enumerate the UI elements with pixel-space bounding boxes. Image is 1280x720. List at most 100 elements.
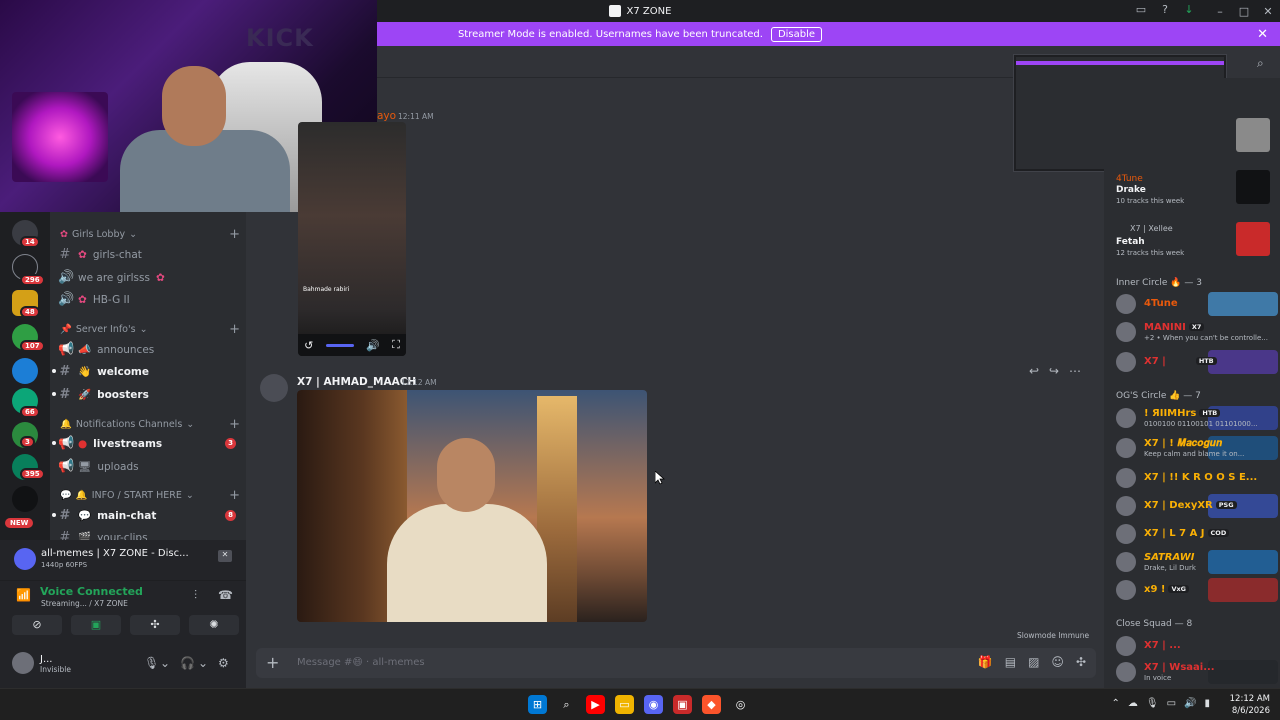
message-timestamp: 12:11 AM: [398, 112, 434, 121]
member-row[interactable]: X7 | ...: [1112, 634, 1278, 658]
add-attachment-icon[interactable]: +: [266, 653, 279, 672]
settings-gear-icon[interactable]: ⚙: [218, 656, 229, 670]
add-channel-icon[interactable]: +: [229, 488, 240, 503]
maximize-button[interactable]: □: [1232, 5, 1256, 18]
emoji-icon[interactable]: ☺: [1051, 655, 1064, 669]
category-server-infos[interactable]: 📌 Server Info's ⌄ +: [60, 322, 240, 337]
soundboard-button[interactable]: ✺: [189, 615, 239, 635]
member-row[interactable]: X7 | L 7 A J COD: [1112, 522, 1278, 546]
category-notifications[interactable]: 🔔 Notifications Channels ⌄ +: [60, 417, 240, 432]
gift-icon[interactable]: 🎁: [978, 655, 993, 669]
server-badge: 107: [20, 340, 45, 352]
add-channel-icon[interactable]: +: [229, 417, 240, 432]
cloud-icon[interactable]: ☁: [1128, 698, 1138, 709]
category-girls-lobby[interactable]: ✿ Girls Lobby ⌄ +: [60, 227, 240, 242]
apps-icon[interactable]: ✣: [1076, 655, 1086, 669]
channel-label: main-chat: [97, 509, 157, 522]
activity-user[interactable]: 4Tune: [1116, 174, 1143, 184]
channel-your-clips[interactable]: # 🎬 your-clips: [58, 530, 240, 540]
add-channel-icon[interactable]: +: [229, 322, 240, 337]
display-icon[interactable]: ▭: [1167, 698, 1176, 709]
member-status: Keep calm and blame it on...: [1144, 450, 1245, 458]
sticker-icon[interactable]: ▨: [1028, 655, 1039, 669]
chevron-down-icon[interactable]: ⌄: [160, 656, 170, 670]
more-icon[interactable]: ⋯: [1069, 364, 1081, 382]
close-window-button[interactable]: ✕: [1256, 5, 1280, 18]
help-icon[interactable]: ?: [1158, 3, 1172, 17]
channel-boosters[interactable]: # 🚀 boosters: [52, 387, 240, 402]
obs-icon[interactable]: ◎: [731, 695, 750, 714]
avatar: [1116, 322, 1136, 342]
brave-browser-icon[interactable]: ◆: [702, 695, 721, 714]
chevron-down-icon[interactable]: ⌄: [198, 656, 208, 670]
server-icon[interactable]: [12, 358, 38, 384]
megaphone-icon: 📢: [58, 342, 75, 357]
chevron-up-icon[interactable]: ⌃: [1111, 698, 1119, 709]
channel-girls-chat[interactable]: # ✿ girls-chat: [58, 247, 240, 262]
stop-stream-button[interactable]: ✕: [218, 550, 232, 562]
app-icon[interactable]: ▣: [673, 695, 692, 714]
volume-bar[interactable]: [325, 343, 354, 347]
message-author[interactable]: X7 | AHMAD_MAACH: [297, 376, 416, 388]
member-row[interactable]: SATRAWI Drake, Lil Durk: [1112, 550, 1278, 574]
avatar[interactable]: [260, 374, 288, 402]
forward-icon[interactable]: ↪: [1049, 364, 1059, 382]
search-icon[interactable]: ⌕: [557, 695, 576, 714]
inbox-icon[interactable]: ▭: [1134, 3, 1148, 17]
volume-icon[interactable]: 🔊: [366, 339, 380, 352]
discord-icon[interactable]: ◉: [644, 695, 663, 714]
noise-suppression-icon[interactable]: ⫶: [194, 588, 197, 603]
volume-icon[interactable]: 🔊: [1184, 698, 1196, 709]
fullscreen-icon[interactable]: ⛶: [392, 338, 400, 352]
disable-button[interactable]: Disable: [770, 26, 823, 42]
gif-icon[interactable]: ▤: [1005, 655, 1016, 669]
member-row[interactable]: MANINI X7 +2 • When you can't be controll…: [1112, 320, 1278, 344]
unread-indicator: [52, 513, 56, 517]
windows-start-icon[interactable]: ⊞: [528, 695, 547, 714]
channel-announces[interactable]: 📢 📣 announces: [58, 342, 240, 357]
channel-main-chat[interactable]: # 💬 main-chat 8: [52, 508, 240, 523]
channel-uploads[interactable]: 📢 🖥 uploads: [58, 459, 240, 474]
message-input[interactable]: Message #😄 · all-memes: [297, 657, 425, 668]
battery-icon[interactable]: ▮: [1204, 698, 1210, 709]
mention-badge: 8: [225, 510, 236, 521]
clock[interactable]: 12:12 AM 8/6/2026: [1230, 693, 1270, 717]
channel-livestreams[interactable]: 📢 ● livestreams 3: [52, 436, 240, 451]
microphone-icon[interactable]: 🎙: [144, 656, 159, 670]
search-icon[interactable]: ⌕: [1257, 56, 1264, 71]
replay-icon[interactable]: ↺: [304, 339, 313, 352]
avatar[interactable]: [12, 652, 34, 674]
member-row[interactable]: ! ЯIIMHrs HTB 0100100 01100101 01101000..…: [1112, 406, 1278, 430]
file-explorer-icon[interactable]: ▭: [615, 695, 634, 714]
minimize-button[interactable]: –: [1208, 5, 1232, 18]
avatar: [1116, 408, 1136, 428]
server-icon[interactable]: [12, 486, 38, 512]
video-attachment[interactable]: Bahmade rabiri ↺ 🔊 ⛶: [298, 122, 406, 356]
activity-user[interactable]: X7 | Xellee: [1130, 224, 1173, 233]
member-row[interactable]: X7 | Wsaai... In voice: [1112, 660, 1278, 684]
close-banner-icon[interactable]: ✕: [1257, 27, 1268, 42]
member-row[interactable]: 4Tune: [1112, 292, 1278, 316]
youtube-icon[interactable]: ▶: [586, 695, 605, 714]
member-row[interactable]: X7 | DexyXR PSG: [1112, 494, 1278, 518]
headphones-icon[interactable]: 🎧: [180, 656, 195, 670]
disconnect-icon[interactable]: ☎: [218, 588, 233, 602]
add-channel-icon[interactable]: +: [229, 227, 240, 242]
activities-button[interactable]: ✣: [130, 615, 180, 635]
screen-share-button[interactable]: ▣: [71, 615, 121, 635]
channel-label: boosters: [97, 388, 149, 401]
channel-welcome[interactable]: # 👋 welcome: [52, 364, 240, 379]
category-info-start[interactable]: 💬 🔔 INFO / START HERE ⌄ +: [60, 488, 240, 503]
message-author[interactable]: ayo: [377, 110, 396, 122]
download-icon[interactable]: ↓: [1182, 3, 1196, 17]
microphone-icon[interactable]: 🎙: [1146, 698, 1159, 709]
channel-hbg[interactable]: 🔊 ✿ HB-G II: [58, 292, 240, 307]
member-row[interactable]: X7 | HTB: [1112, 350, 1278, 374]
member-row[interactable]: X7 | ! 𝑴𝒂𝒄𝒐𝒈𝒖𝒏 Keep calm and blame it on…: [1112, 436, 1278, 460]
image-attachment[interactable]: [297, 390, 647, 622]
camera-off-button[interactable]: ⊘: [12, 615, 62, 635]
channel-we-are-girls[interactable]: 🔊 we are girlsss ✿: [58, 270, 240, 285]
member-row[interactable]: x9 ! VxG: [1112, 578, 1278, 602]
member-row[interactable]: X7 | !! K R O O S E...: [1112, 466, 1278, 490]
reply-icon[interactable]: ↩: [1029, 364, 1039, 382]
